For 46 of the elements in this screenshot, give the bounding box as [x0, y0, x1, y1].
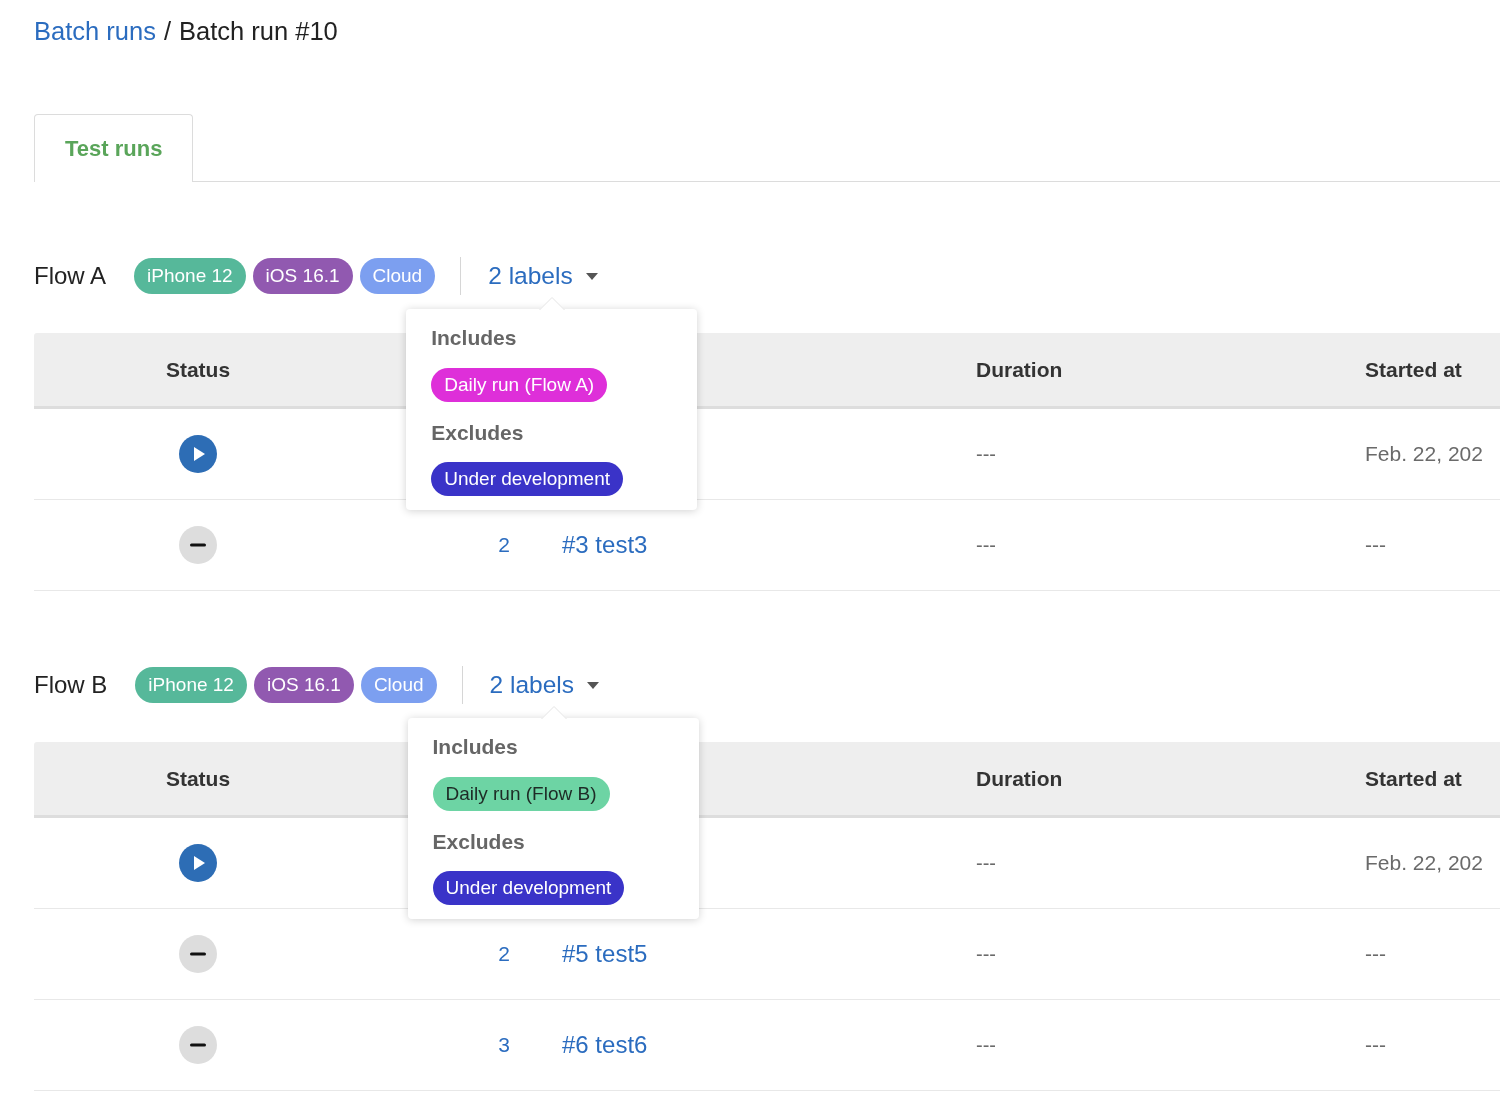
flow-title: Flow B: [34, 671, 108, 699]
table-cell: Feb. 22, 202: [1365, 442, 1483, 466]
column-header: Started at: [1365, 357, 1462, 382]
column-header: Status: [165, 357, 231, 382]
table-cell: ---: [976, 442, 996, 466]
table-cell: ---: [976, 942, 996, 966]
tag: Cloud: [360, 667, 437, 703]
test-run-link[interactable]: #5 test5: [562, 940, 648, 968]
column-header: Duration: [976, 357, 1063, 382]
caret-down-icon: [585, 272, 598, 280]
test-run-link[interactable]: #6 test6: [562, 1031, 648, 1059]
label-tag: Under development: [431, 462, 624, 496]
tag: iOS 16.1: [253, 667, 354, 703]
labels-dropdown[interactable]: 2 labels: [488, 262, 598, 290]
run-number-link[interactable]: 2: [498, 533, 510, 557]
label-tag: Daily run (Flow B): [432, 777, 610, 811]
tag: iPhone 12: [134, 258, 246, 294]
popover-heading: Includes: [431, 325, 518, 351]
breadcrumb-separator: /: [163, 16, 171, 46]
table-cell: Feb. 22, 202: [1365, 851, 1483, 875]
popover-heading: Includes: [432, 734, 519, 760]
breadcrumb-current-page: Batch run #10: [179, 16, 338, 46]
column-header: Duration: [976, 766, 1063, 791]
table-cell: ---: [1365, 1033, 1386, 1057]
column-header: Started at: [1365, 766, 1462, 791]
popover-heading: Excludes: [432, 829, 526, 855]
run-number-link[interactable]: 3: [498, 1033, 510, 1057]
label-tag: Under development: [432, 871, 625, 905]
breadcrumb-link[interactable]: Batch runs: [34, 16, 156, 46]
label-tag: Daily run (Flow A): [431, 368, 608, 402]
table-cell: ---: [1365, 942, 1386, 966]
labels-dropdown[interactable]: 2 labels: [489, 671, 599, 699]
tag: iOS 16.1: [252, 258, 353, 294]
popover-heading: Excludes: [431, 420, 525, 446]
table-cell: ---: [976, 533, 996, 557]
tab[interactable]: Test runs: [34, 114, 194, 182]
run-number-link[interactable]: 2: [498, 942, 510, 966]
caret-down-icon: [587, 681, 599, 689]
table-cell: ---: [976, 1033, 996, 1057]
table-cell: ---: [976, 851, 996, 875]
column-header: Status: [165, 766, 231, 791]
table-cell: ---: [1365, 533, 1386, 557]
flow-title: Flow A: [34, 262, 107, 290]
tag: Cloud: [359, 258, 436, 294]
test-run-link[interactable]: #3 test3: [562, 531, 648, 559]
tag: iPhone 12: [135, 667, 247, 703]
